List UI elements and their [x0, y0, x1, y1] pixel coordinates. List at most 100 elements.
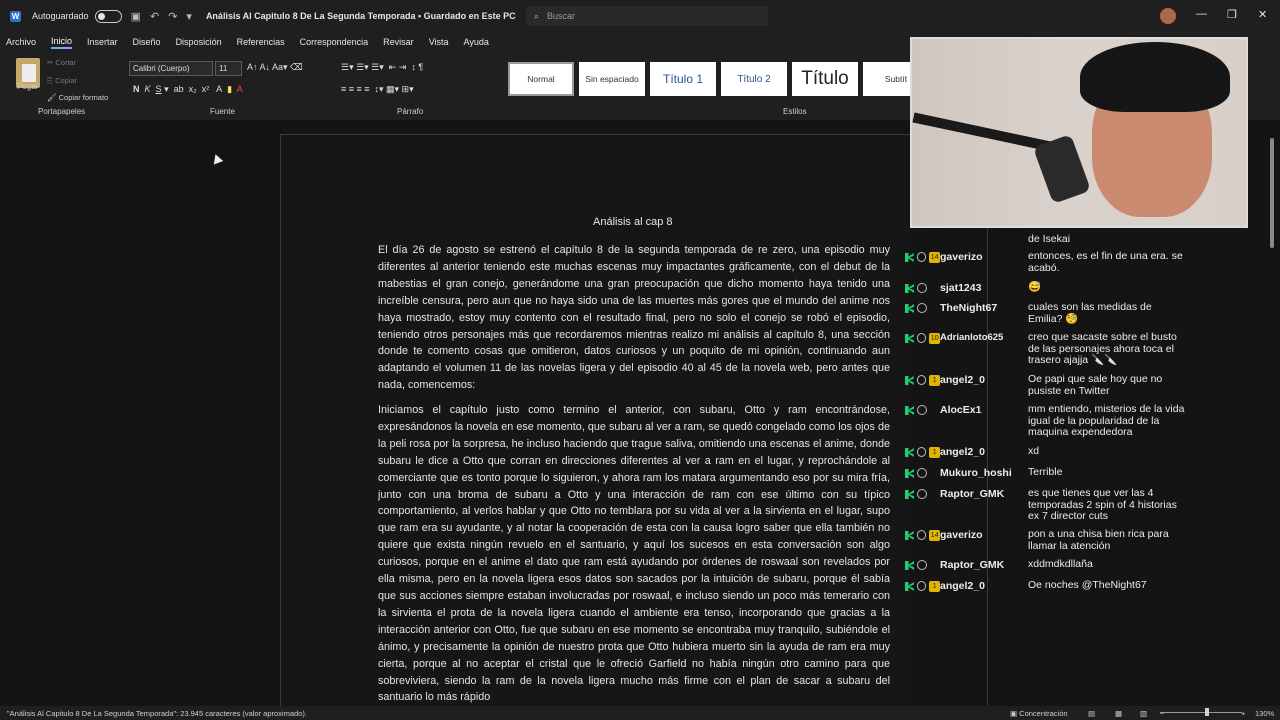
cut-button[interactable]: ✂ Cortar	[47, 58, 76, 67]
chat-username[interactable]: sjat1243	[940, 282, 1028, 294]
close-icon[interactable]: ✕	[1258, 8, 1267, 21]
chat-message: 10 Adrianloto625 creo que sacaste sobre …	[905, 331, 1195, 367]
chat-text: Terrible	[1028, 466, 1063, 478]
align-buttons[interactable]: ≡ ≡ ≡ ≡ ↕▾ ▦▾ ⊞▾	[341, 84, 414, 95]
document-title[interactable]: Análisis Al Capitulo 8 De La Segunda Tem…	[206, 11, 516, 21]
paste-button[interactable]: Pegar	[17, 82, 38, 91]
word-logo-icon: W	[10, 10, 21, 22]
autosave-toggle[interactable]	[94, 9, 122, 23]
format-buttons-row[interactable]: N K S ▾ ab x₂ x² A ▮ A	[133, 84, 243, 95]
style-titulo-1[interactable]: Título 1	[650, 62, 716, 96]
chat-username[interactable]: Adrianloto625	[940, 332, 1028, 367]
focus-mode-button[interactable]: ▣ Concentración	[1010, 709, 1068, 718]
chat-username[interactable]: TheNight67	[940, 302, 1028, 325]
scrollbar-thumb[interactable]	[1270, 138, 1274, 248]
paragraph-1[interactable]: El día 26 de agosto se estrenó el capítu…	[378, 242, 890, 394]
autosave-label: Autoguardado	[32, 11, 89, 21]
paragraph-group-label: Párrafo	[397, 107, 424, 116]
tab-vista[interactable]: Vista	[429, 37, 449, 47]
print-layout-icon[interactable]: ▦	[1115, 709, 1122, 718]
chat-username[interactable]: AlocEx1	[940, 404, 1028, 439]
zoom-level[interactable]: 130%	[1255, 709, 1274, 718]
user-avatar[interactable]	[1160, 8, 1176, 24]
tab-ayuda[interactable]: Ayuda	[464, 37, 489, 47]
font-family-select[interactable]: Calibri (Cuerpo)	[129, 61, 213, 76]
zoom-slider[interactable]	[1160, 712, 1242, 713]
moderator-badge-icon	[905, 304, 914, 313]
tab-referencias[interactable]: Referencias	[237, 37, 285, 47]
format-painter-button[interactable]: 🖌 Copiar formato	[47, 93, 108, 102]
user-badge-icon	[916, 333, 927, 343]
maximize-icon[interactable]: ❐	[1227, 8, 1237, 21]
moderator-badge-icon	[905, 531, 914, 540]
redo-icon[interactable]: ↷	[168, 10, 177, 23]
chat-username[interactable]: angel2_0	[940, 580, 1028, 592]
chat-username[interactable]: Raptor_GMK	[940, 559, 1028, 571]
save-icon[interactable]: ▣	[131, 10, 141, 23]
chat-message: AlocEx1 mm entiendo, misterios de la vid…	[905, 403, 1195, 439]
sub-badge: 14	[929, 252, 940, 263]
zoom-in-icon[interactable]: +	[1241, 709, 1245, 718]
user-badge-icon	[916, 581, 927, 591]
chat-message: 14 gaverizo entonces, es el fin de una e…	[905, 250, 1195, 274]
sub-badge: 1	[929, 375, 940, 386]
list-buttons[interactable]: ☰▾ ☰▾ ☰▾ ⇤ ⇥ ↕ ¶	[341, 62, 423, 73]
tab-revisar[interactable]: Revisar	[383, 37, 414, 47]
chat-message: Mukuro_hoshi Terrible	[905, 466, 1195, 479]
tab-disposicion[interactable]: Disposición	[176, 37, 222, 47]
chat-username[interactable]: gaverizo	[940, 251, 1028, 274]
search-box[interactable]: ⌕ Buscar	[526, 6, 768, 26]
vertical-scrollbar[interactable]	[1268, 122, 1276, 706]
chat-text: creo que sacaste sobre el busto de las p…	[1028, 331, 1177, 366]
webcam-overlay	[910, 37, 1248, 228]
moderator-badge-icon	[905, 448, 914, 457]
paragraph-2[interactable]: Iniciamos el capítulo justo como termino…	[378, 402, 890, 704]
chat-text: cuales son las medidas de Emilia? 🧐	[1028, 301, 1152, 325]
format-painter-label: Copiar formato	[58, 93, 109, 102]
style-normal[interactable]: Normal	[508, 62, 574, 96]
style-sin-espaciado[interactable]: Sin espaciado	[579, 62, 645, 96]
zoom-slider-thumb[interactable]	[1205, 708, 1209, 716]
moderator-badge-icon	[905, 469, 914, 478]
search-placeholder: Buscar	[547, 11, 576, 21]
chat-username[interactable]: Mukuro_hoshi	[940, 467, 1028, 479]
undo-icon[interactable]: ↶	[150, 10, 159, 23]
font-group-label: Fuente	[210, 107, 235, 116]
chat-message: 1 angel2_0 Oe noches @TheNight67	[905, 579, 1195, 592]
chat-text: es que tienes que ver las 4 temporadas 2…	[1028, 487, 1177, 522]
moderator-badge-icon	[905, 376, 914, 385]
chat-username[interactable]: Raptor_GMK	[940, 488, 1028, 523]
moderator-badge-icon	[905, 561, 914, 570]
chat-message: 14 gaverizo pon a una chisa bien rica pa…	[905, 528, 1195, 552]
style-titulo[interactable]: Título	[792, 62, 858, 96]
font-size-select[interactable]: 11	[215, 61, 242, 76]
user-badge-icon	[917, 560, 927, 570]
grow-font-icon[interactable]: A↑ A↓ Aa▾ ⌫	[247, 62, 303, 73]
customize-toolbar-icon[interactable]: ▾	[186, 10, 192, 23]
streamer-hair	[1080, 42, 1230, 112]
tab-diseno[interactable]: Diseño	[133, 37, 161, 47]
chat-username[interactable]: angel2_0	[940, 374, 1028, 397]
chat-text: Oe noches @TheNight67	[1028, 579, 1147, 591]
tab-archivo[interactable]: Archivo	[6, 37, 36, 47]
chat-message: sjat1243 😅	[905, 281, 1195, 294]
chat-text: mm entiendo, misterios de la vida igual …	[1028, 403, 1185, 438]
copy-button[interactable]: ⎘ Copiar	[47, 76, 77, 86]
read-mode-icon[interactable]: ▤	[1088, 709, 1095, 718]
style-titulo-2[interactable]: Título 2	[721, 62, 787, 96]
char-count[interactable]: "Análisis Al Capitulo 8 De La Segunda Te…	[7, 709, 307, 718]
copy-label: Copiar	[55, 76, 78, 85]
status-bar: "Análisis Al Capitulo 8 De La Segunda Te…	[0, 706, 1280, 720]
chat-username[interactable]: angel2_0	[940, 446, 1028, 458]
tab-correspondencia[interactable]: Correspondencia	[300, 37, 369, 47]
tab-inicio[interactable]: Inicio	[51, 36, 73, 49]
chat-text: 😅	[1028, 281, 1042, 293]
zoom-out-icon[interactable]: −	[1160, 709, 1164, 718]
chat-username[interactable]: gaverizo	[940, 529, 1028, 552]
web-layout-icon[interactable]: ▥	[1140, 709, 1147, 718]
user-badge-icon	[916, 252, 927, 262]
tab-insertar[interactable]: Insertar	[87, 37, 118, 47]
minimize-icon[interactable]: —	[1196, 8, 1207, 20]
document-heading[interactable]: Análisis al cap 8	[593, 216, 673, 228]
chat-text: Oe papi que sale hoy que no pusiste en T…	[1028, 373, 1163, 397]
